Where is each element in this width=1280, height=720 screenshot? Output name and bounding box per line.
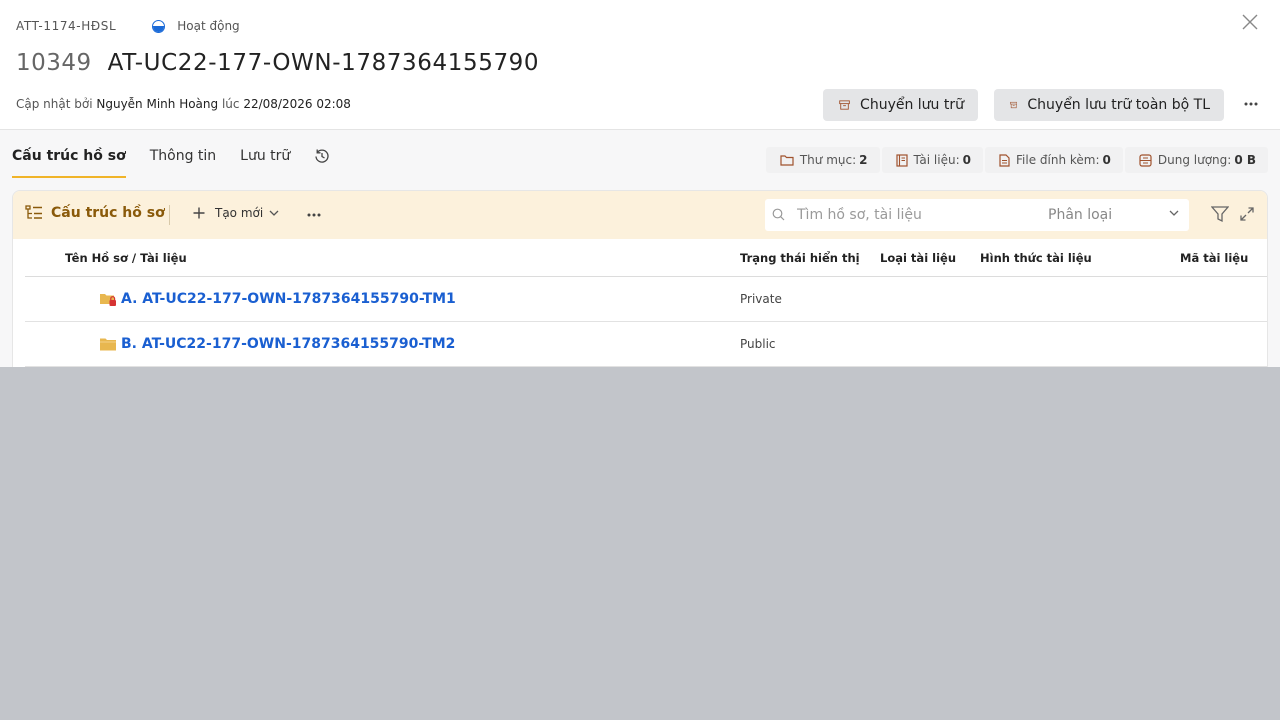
archive-all-button[interactable]: Chuyển lưu trữ toàn bộ TL	[994, 89, 1224, 121]
chevron-down-icon	[269, 210, 279, 216]
file-icon	[999, 153, 1010, 167]
tab-bar: Cấu trúc hồ sơ Thông tin Lưu trữ	[12, 148, 330, 178]
table-row[interactable]: A. AT-UC22-177-OWN-1787364155790-TM1 Pri…	[25, 277, 1267, 322]
updated-at: 22/08/2026 02:08	[243, 97, 351, 111]
col-doc-code[interactable]: Mã tài liệu	[1180, 251, 1248, 265]
structure-card: Cấu trúc hồ sơ Tạo mới Tìm hồ sơ, tài li…	[12, 190, 1268, 367]
toolbar-title: Cấu trúc hồ sơ	[25, 205, 165, 221]
stat-attachments-value: 0	[1102, 153, 1111, 167]
table-row[interactable]: B. AT-UC22-177-OWN-1787364155790-TM2 Pub…	[25, 322, 1267, 367]
archive-box-icon	[839, 100, 850, 110]
record-name: AT-UC22-177-OWN-1787364155790	[107, 50, 540, 76]
row-name-link[interactable]: B. AT-UC22-177-OWN-1787364155790-TM2	[99, 336, 455, 352]
stat-attachments-label: File đính kèm:	[1016, 153, 1100, 167]
classify-placeholder: Phân loại	[1048, 207, 1113, 223]
status-half-circle-icon	[152, 19, 166, 33]
stat-folders-value: 2	[859, 153, 868, 167]
create-new-button[interactable]: Tạo mới	[193, 206, 279, 220]
history-button[interactable]	[314, 148, 330, 178]
update-meta: Cập nhật bởi Nguyễn Minh Hoàng lúc 22/08…	[16, 97, 351, 111]
tree-list-icon	[25, 205, 42, 219]
stat-documents-label: Tài liệu:	[913, 153, 960, 167]
tab-archive[interactable]: Lưu trữ	[240, 148, 290, 178]
col-visibility[interactable]: Trạng thái hiển thị	[740, 251, 860, 265]
header-top: ATT-1174-HĐSL Hoạt động	[16, 18, 240, 34]
archive-button-label: Chuyển lưu trữ	[860, 97, 964, 113]
toolbar-more-button[interactable]	[305, 206, 323, 224]
search-icon	[772, 208, 785, 221]
search-input[interactable]	[797, 199, 1037, 231]
row-name-link[interactable]: A. AT-UC22-177-OWN-1787364155790-TM1	[99, 291, 456, 307]
expand-button[interactable]	[1240, 206, 1254, 225]
classify-select[interactable]: Phân loại	[1048, 199, 1189, 231]
page-title: 10349 AT-UC22-177-OWN-1787364155790	[16, 50, 539, 76]
archive-box-icon	[1010, 101, 1018, 109]
book-icon	[895, 153, 908, 167]
stat-documents-value: 0	[962, 153, 971, 167]
record-code: ATT-1174-HĐSL	[16, 19, 117, 33]
stat-capacity: Dung lượng: 0 B	[1124, 147, 1268, 173]
folder-outline-icon	[780, 155, 794, 166]
toolbar-title-label: Cấu trúc hồ sơ	[51, 205, 165, 221]
toolbar-divider	[169, 205, 170, 225]
filter-button[interactable]	[1210, 206, 1230, 227]
structure-toolbar: Cấu trúc hồ sơ Tạo mới Tìm hồ sơ, tài li…	[13, 191, 1267, 239]
tab-structure[interactable]: Cấu trúc hồ sơ	[12, 148, 126, 178]
status-label: Hoạt động	[177, 19, 240, 33]
col-doc-form[interactable]: Hình thức tài liệu	[980, 251, 1092, 265]
close-icon	[1242, 14, 1258, 30]
stat-capacity-value: 0 B	[1234, 153, 1256, 167]
stat-documents: Tài liệu: 0	[881, 147, 983, 173]
status-badge: Hoạt động	[152, 19, 240, 33]
stat-capacity-label: Dung lượng:	[1157, 153, 1232, 167]
more-horizontal-icon	[307, 213, 321, 217]
stat-folders: Thư mục: 2	[765, 147, 880, 173]
more-horizontal-icon	[1244, 102, 1258, 106]
col-name[interactable]: Tên Hồ sơ / Tài liệu	[65, 251, 187, 265]
storage-icon	[1139, 153, 1152, 167]
tab-info[interactable]: Thông tin	[150, 148, 216, 178]
row-name: A. AT-UC22-177-OWN-1787364155790-TM1	[121, 291, 456, 307]
updated-by-user: Nguyễn Minh Hoàng	[96, 97, 219, 111]
expand-icon	[1240, 207, 1254, 221]
row-name: B. AT-UC22-177-OWN-1787364155790-TM2	[121, 336, 456, 352]
updated-by-label: Cập nhật bởi	[16, 97, 93, 111]
structure-table: Tên Hồ sơ / Tài liệu Trạng thái hiển thị…	[25, 239, 1267, 367]
stat-folders-label: Thư mục:	[799, 153, 857, 167]
at-label: lúc	[221, 97, 240, 111]
stats-bar: Thư mục: 2 Tài liệu: 0 File đính kèm: 0	[764, 147, 1268, 173]
row-visibility: Public	[740, 337, 776, 351]
locked-folder-icon	[100, 293, 116, 306]
row-visibility: Private	[740, 292, 782, 306]
col-doc-type[interactable]: Loại tài liệu	[880, 251, 956, 265]
record-id: 10349	[16, 50, 92, 76]
filter-icon	[1210, 206, 1230, 223]
table-header: Tên Hồ sơ / Tài liệu Trạng thái hiển thị…	[25, 239, 1267, 277]
stat-attachments: File đính kèm: 0	[985, 147, 1123, 173]
record-detail-panel: ATT-1174-HĐSL Hoạt động 10349 AT-UC22-17…	[0, 0, 1280, 367]
tabs-area: Cấu trúc hồ sơ Thông tin Lưu trữ Thư mục…	[0, 130, 1280, 367]
history-refresh-icon	[315, 149, 329, 163]
archive-all-button-label: Chuyển lưu trữ toàn bộ TL	[1027, 97, 1210, 113]
chevron-down-icon	[1169, 210, 1179, 216]
folder-icon	[100, 338, 116, 350]
create-new-label: Tạo mới	[215, 206, 264, 220]
plus-icon	[193, 207, 205, 219]
more-actions-button[interactable]	[1240, 94, 1262, 114]
close-button[interactable]	[1240, 12, 1260, 32]
search-box: Phân loại	[765, 199, 1189, 231]
archive-button[interactable]: Chuyển lưu trữ	[823, 89, 978, 121]
